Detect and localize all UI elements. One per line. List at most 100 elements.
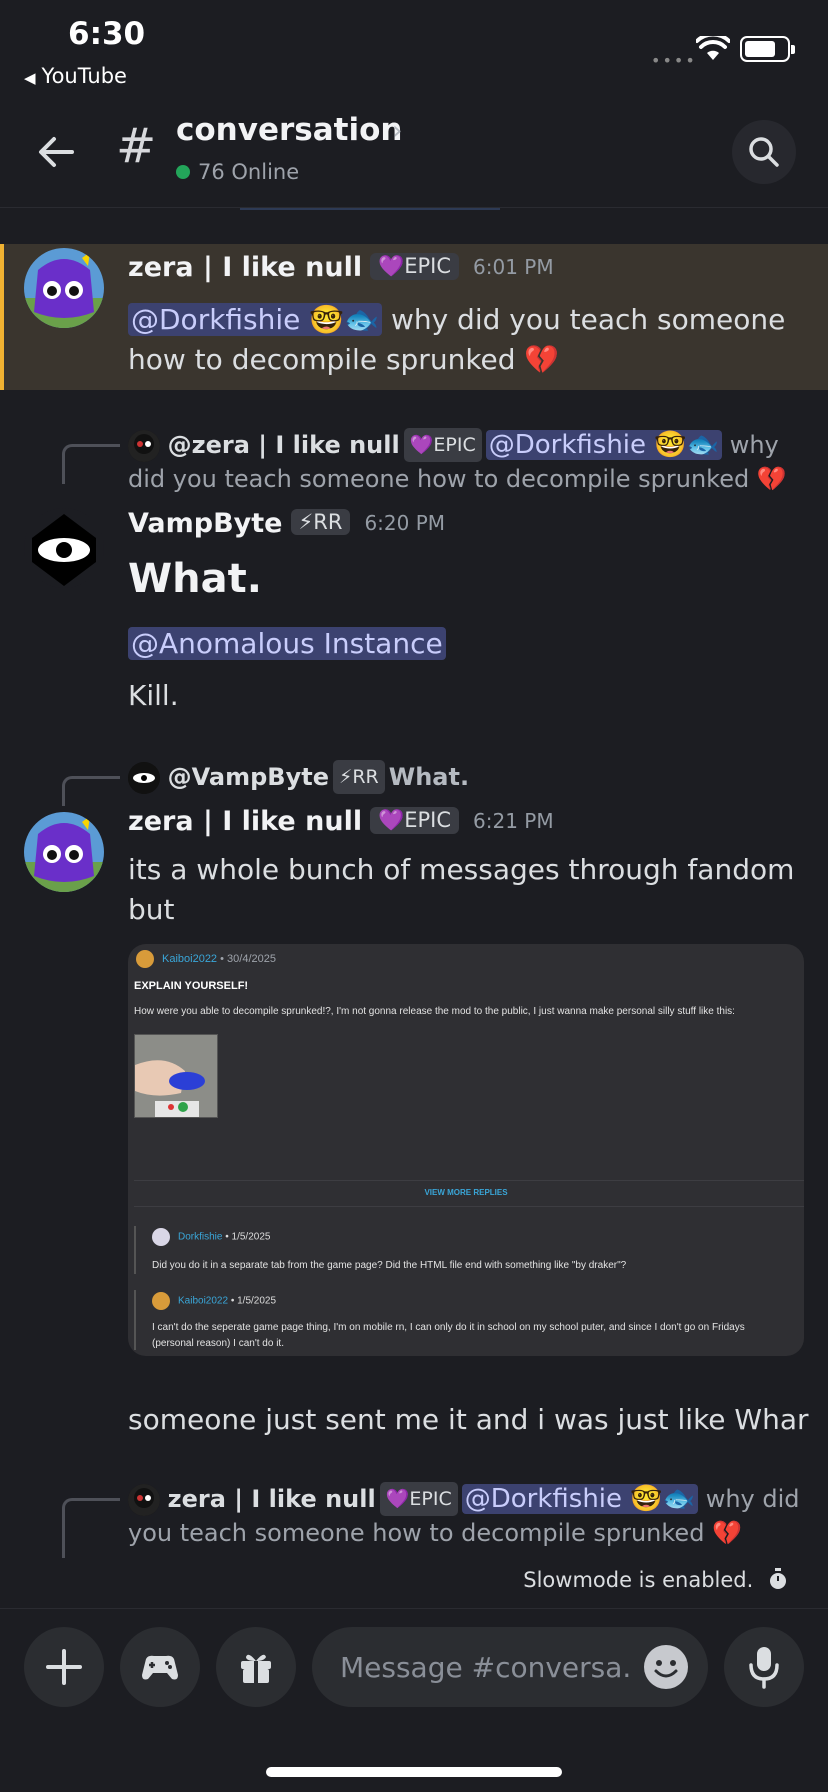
timestamp: 6:01 PM <box>473 255 554 279</box>
emoji-icon <box>654 1660 678 1678</box>
scroll-indicator <box>240 208 500 210</box>
reply-text-line2: did you teach someone how to decompile s… <box>128 465 787 493</box>
slowmode-label: Slowmode is enabled. <box>523 1568 754 1592</box>
author-name[interactable]: VampByte <box>128 508 283 539</box>
embed-body: How were you able to decompile sprunked!… <box>134 1006 735 1017</box>
message-text-line2: but <box>128 893 175 926</box>
embed-reply-header: Kaiboi2022 • 1/5/2025 <box>152 1292 276 1310</box>
reply-badge-label: EPIC <box>433 434 476 456</box>
emoji-button[interactable] <box>644 1645 688 1689</box>
message-text-line2: how to decompile sprunked 💔 <box>128 343 560 376</box>
reply-connector <box>62 776 120 806</box>
badge-label: EPIC <box>404 808 452 832</box>
reply-mention[interactable]: @Dorkfishie 🤓🐟 <box>485 430 723 460</box>
reply-preview[interactable]: @zera | I like null 💜EPIC @Dorkfishie 🤓🐟 w… <box>128 428 808 496</box>
message-input[interactable] <box>340 1645 630 1689</box>
battery-icon <box>740 36 795 62</box>
embed-divider <box>134 1180 804 1181</box>
chevron-right-icon[interactable]: › <box>392 116 402 146</box>
message-author[interactable]: zera | I like null 💜EPIC 6:01 PM <box>128 252 554 283</box>
back-triangle-icon: ◀ <box>24 69 36 87</box>
message-content: @Anomalous Instance <box>128 624 446 664</box>
heart-icon: 💜 <box>409 434 434 456</box>
embed-reply-text: I can't do the seperate game page thing,… <box>152 1320 745 1352</box>
embed-avatar <box>136 950 154 968</box>
message-content: its a whole bunch of messages through fa… <box>128 850 808 930</box>
message-text: Kill. <box>128 679 179 712</box>
back-arrow-icon[interactable] <box>34 130 78 174</box>
gamepad-icon <box>142 1655 178 1680</box>
back-to-app-link[interactable]: ◀ YouTube <box>24 64 127 88</box>
message-content: @Dorkfishie 🤓🐟 why did you teach someone… <box>128 300 808 380</box>
image-attachment[interactable]: Kaiboi2022 • 30/4/2025 EXPLAIN YOURSELF!… <box>128 944 804 1356</box>
embed-reply-line <box>134 1290 136 1350</box>
message-heading: What. <box>128 556 262 602</box>
role-badge: 💜EPIC <box>370 807 460 834</box>
message-text: why did you teach someone <box>390 303 786 336</box>
user-mention[interactable]: @Dorkfishie 🤓🐟 <box>128 303 383 336</box>
message-composer <box>0 1608 828 1792</box>
reply-preview[interactable]: zera | I like null 💜EPIC @Dorkfishie 🤓🐟 wh… <box>128 1482 808 1550</box>
author-name[interactable]: zera | I like null <box>128 252 362 283</box>
embed-reply-text-line1: I can't do the seperate game page thing,… <box>152 1322 745 1333</box>
timer-icon <box>770 1568 786 1589</box>
badge-label: EPIC <box>404 254 452 278</box>
online-dot-icon <box>176 165 190 179</box>
reply-mention[interactable]: @Dorkfishie 🤓🐟 <box>461 1484 699 1514</box>
plus-icon <box>46 1649 82 1685</box>
clock: 6:30 <box>68 16 146 52</box>
embed-avatar <box>152 1228 170 1246</box>
reply-avatar <box>128 430 160 462</box>
reply-author[interactable]: @VampByte <box>168 763 329 791</box>
reply-connector <box>62 444 120 484</box>
cellular-signal-icon: •••• <box>651 51 697 70</box>
avatar[interactable] <box>24 248 104 328</box>
gift-button[interactable] <box>216 1627 296 1707</box>
embed-reply-author: Dorkfishie <box>178 1231 223 1243</box>
reply-text: why did <box>705 1485 800 1513</box>
voice-message-button[interactable] <box>724 1627 804 1707</box>
embed-divider <box>134 1206 804 1207</box>
embed-title: EXPLAIN YOURSELF! <box>134 980 249 992</box>
user-mention[interactable]: @Anomalous Instance <box>128 627 446 660</box>
role-badge: ⚡RR <box>290 509 351 535</box>
embed-reply-header: Dorkfishie • 1/5/2025 <box>152 1228 270 1246</box>
slowmode-notice: Slowmode is enabled. <box>523 1568 788 1592</box>
embed-photo <box>134 1034 218 1118</box>
online-count: 76 Online <box>176 160 299 184</box>
heart-icon: 💜 <box>378 808 405 832</box>
message-text: its a whole bunch of messages through fa… <box>128 853 795 886</box>
search-icon <box>749 137 779 167</box>
message-list[interactable]: zera | I like null 💜EPIC 6:01 PM @Dorkfish… <box>0 208 828 1608</box>
activities-button[interactable] <box>120 1627 200 1707</box>
channel-title[interactable]: conversation <box>176 112 402 148</box>
reply-connector <box>62 1498 120 1558</box>
message-text: someone just sent me it and i was just l… <box>128 1403 809 1436</box>
avatar[interactable] <box>24 812 104 892</box>
reply-author[interactable]: zera | I like null <box>168 1485 376 1513</box>
author-name[interactable]: zera | I like null <box>128 806 362 837</box>
microphone-icon <box>749 1647 779 1689</box>
reply-avatar <box>128 762 160 794</box>
avatar[interactable] <box>24 508 104 588</box>
reply-badge: 💜EPIC <box>403 428 482 462</box>
reply-preview[interactable]: @VampByte ⚡RR What. <box>128 760 469 794</box>
embed-reply-author: Kaiboi2022 <box>178 1295 229 1307</box>
heart-icon: 💜 <box>385 1488 410 1510</box>
message-author[interactable]: VampByte ⚡RR 6:20 PM <box>128 508 445 539</box>
heart-icon: 💜 <box>378 254 405 278</box>
timestamp: 6:21 PM <box>473 809 554 833</box>
reply-text: why <box>729 431 779 459</box>
search-button[interactable] <box>732 120 796 184</box>
reply-badge: ⚡RR <box>332 760 385 794</box>
message-input-container[interactable] <box>312 1627 708 1707</box>
online-label: 76 Online <box>198 160 300 184</box>
home-indicator[interactable] <box>266 1767 562 1777</box>
reply-text-line2: you teach someone how to decompile sprun… <box>128 1519 742 1547</box>
back-app-label: YouTube <box>41 64 127 88</box>
message-author[interactable]: zera | I like null 💜EPIC 6:21 PM <box>128 806 554 837</box>
add-attachment-button[interactable] <box>24 1627 104 1707</box>
embed-reply-line <box>134 1226 136 1274</box>
reply-author[interactable]: @zera | I like null <box>168 431 400 459</box>
status-bar: 6:30 ◀ YouTube •••• <box>0 0 828 100</box>
